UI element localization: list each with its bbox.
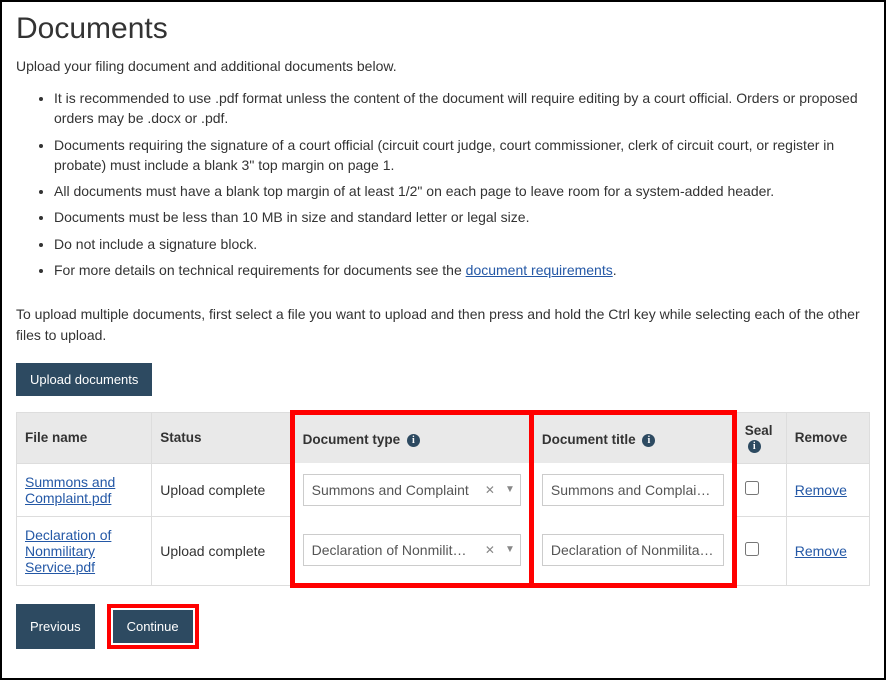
instruction-item: Do not include a signature block. [54,234,870,254]
multi-upload-text: To upload multiple documents, first sele… [16,304,870,345]
col-document-title: Document title i [531,412,734,463]
col-document-title-label: Document title [542,432,636,447]
page-title: Documents [16,12,870,46]
instruction-item: Documents requiring the signature of a c… [54,135,870,176]
col-seal-label: Seal [745,423,773,438]
instruction-link-prefix: For more details on technical requiremen… [54,262,466,278]
table-row: Summons and Complaint.pdf Upload complet… [17,463,870,516]
instruction-item: Documents must be less than 10 MB in siz… [54,207,870,227]
document-type-value: Declaration of Nonmilitar… [304,542,480,558]
document-type-value: Summons and Complaint [304,482,480,498]
table-row: Declaration of Nonmilitary Service.pdf U… [17,516,870,585]
previous-button[interactable]: Previous [16,604,95,649]
col-seal: Seal i [734,412,786,463]
intro-text: Upload your filing document and addition… [16,58,870,74]
document-title-input[interactable] [542,474,724,506]
upload-documents-button[interactable]: Upload documents [16,363,152,396]
info-icon[interactable]: i [748,440,761,453]
continue-button[interactable]: Continue [113,610,193,643]
status-text: Upload complete [152,516,292,585]
instruction-item: For more details on technical requiremen… [54,260,870,280]
nav-buttons: Previous Continue [16,604,870,649]
col-remove: Remove [786,412,869,463]
file-name-link[interactable]: Summons and Complaint.pdf [25,474,115,506]
seal-checkbox[interactable] [745,542,759,556]
col-status: Status [152,412,292,463]
documents-table: File name Status Document type i Documen… [16,410,870,588]
clear-icon[interactable]: ✕ [480,483,500,497]
instruction-item: It is recommended to use .pdf format unl… [54,88,870,129]
seal-checkbox[interactable] [745,481,759,495]
remove-link[interactable]: Remove [795,482,847,498]
remove-link[interactable]: Remove [795,543,847,559]
chevron-down-icon[interactable]: ▼ [500,544,520,555]
file-name-link[interactable]: Declaration of Nonmilitary Service.pdf [25,527,111,575]
info-icon[interactable]: i [642,434,655,447]
continue-highlight: Continue [107,604,199,649]
col-document-type-label: Document type [303,432,401,447]
document-type-select[interactable]: Summons and Complaint ✕ ▼ [303,474,521,506]
instruction-list: It is recommended to use .pdf format unl… [16,88,870,280]
chevron-down-icon[interactable]: ▼ [500,484,520,495]
col-file-name: File name [17,412,152,463]
instruction-link-suffix: . [613,262,617,278]
instruction-item: All documents must have a blank top marg… [54,181,870,201]
document-type-select[interactable]: Declaration of Nonmilitar… ✕ ▼ [303,534,521,566]
document-title-input[interactable] [542,534,724,566]
info-icon[interactable]: i [407,434,420,447]
document-requirements-link[interactable]: document requirements [466,262,613,278]
status-text: Upload complete [152,463,292,516]
col-document-type: Document type i [292,412,531,463]
clear-icon[interactable]: ✕ [480,543,500,557]
